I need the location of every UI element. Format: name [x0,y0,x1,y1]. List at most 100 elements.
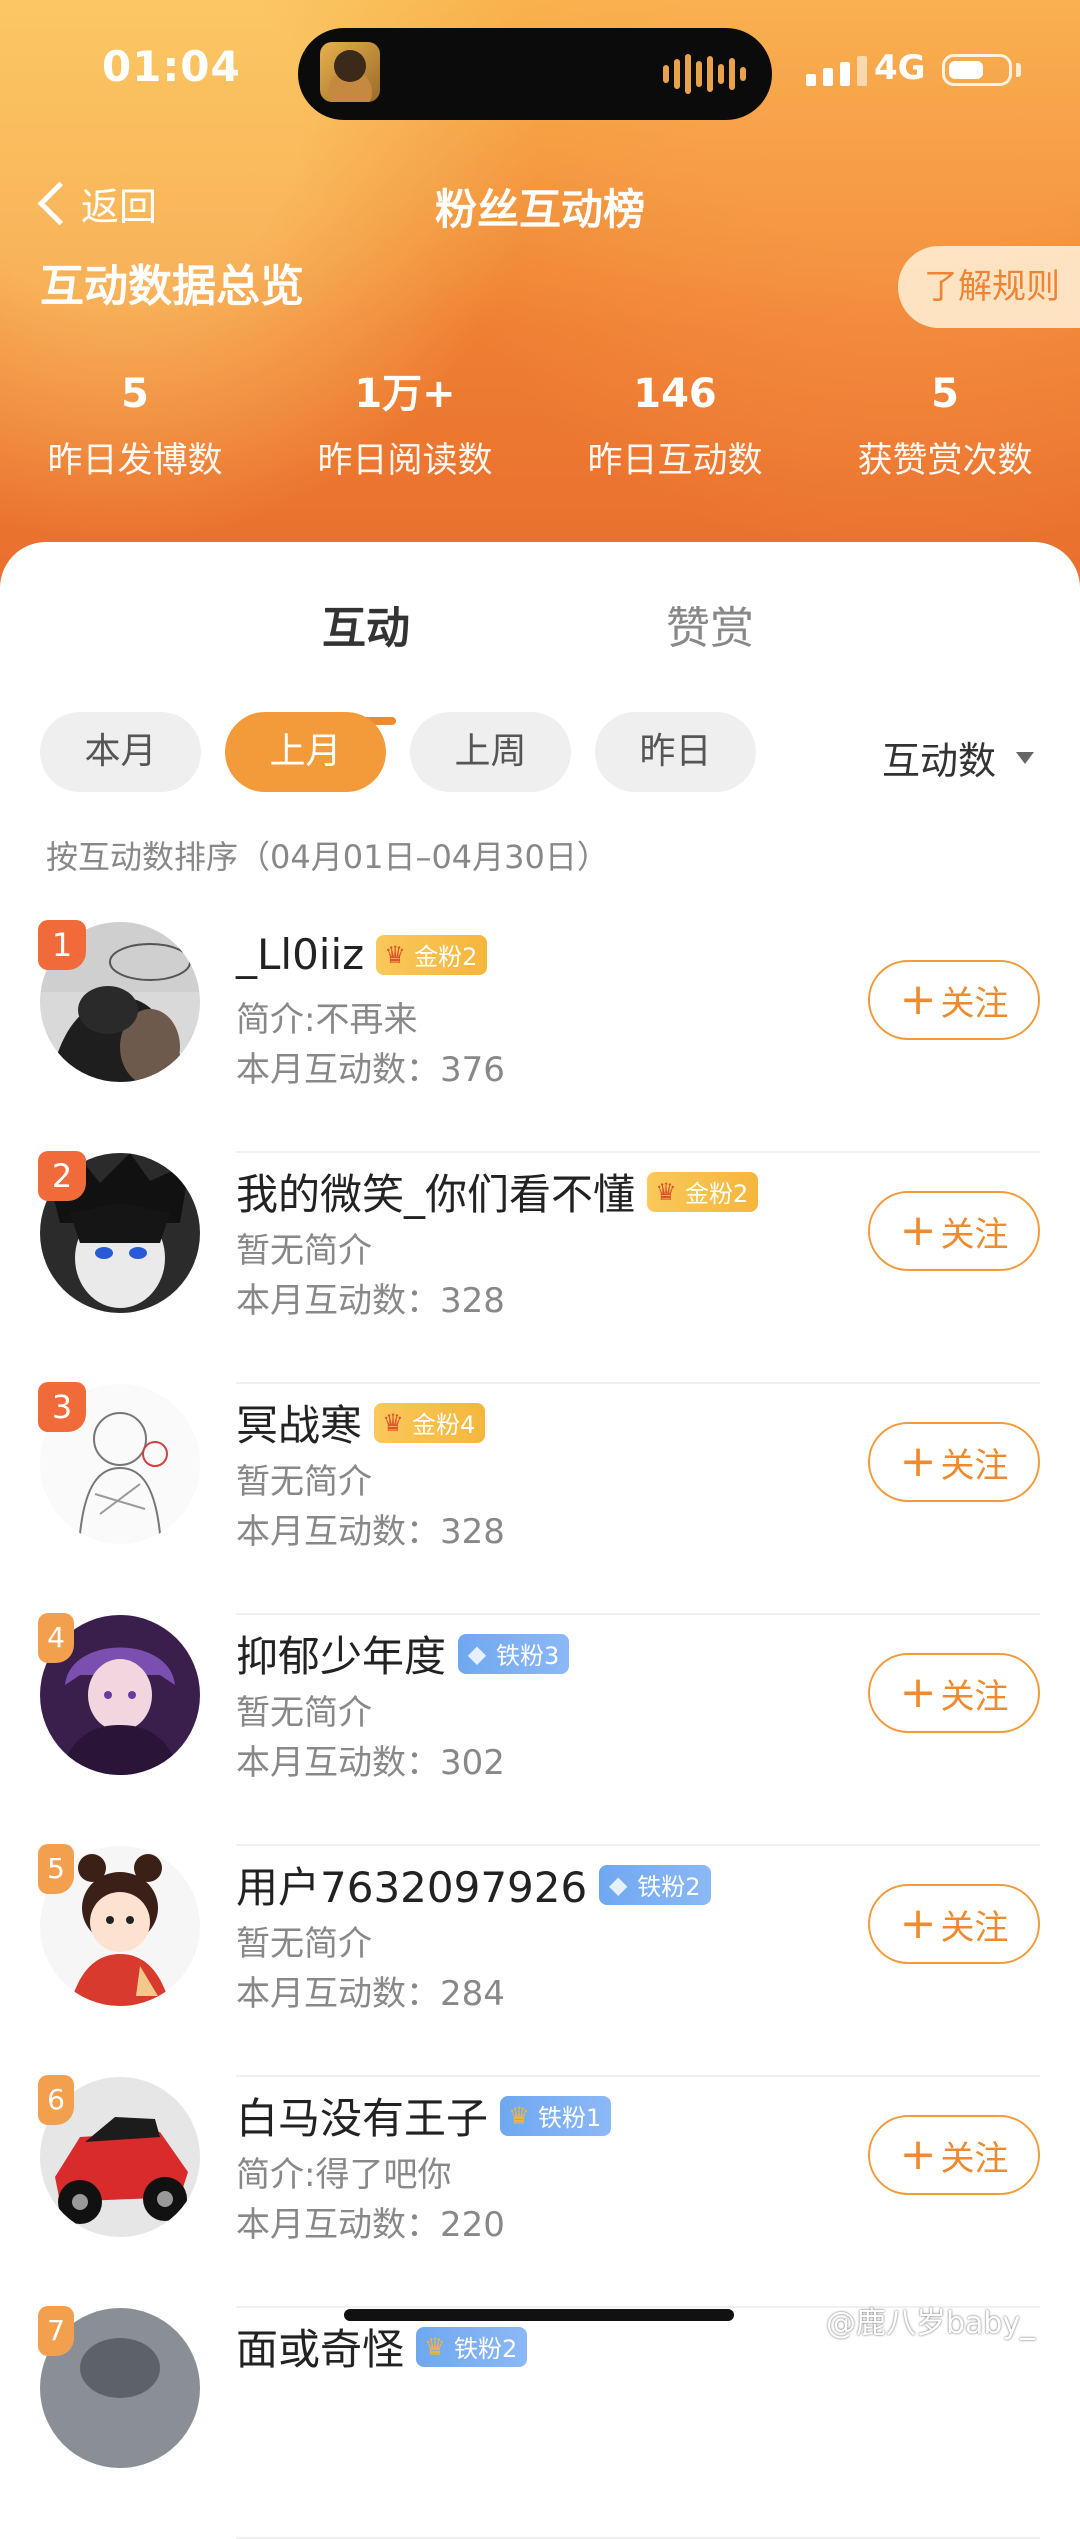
stat-value: 5 [931,371,959,417]
fan-badge-text: 铁粉3 [496,1642,560,1670]
period-filters: 本月 上月 上周 昨日 [40,712,756,792]
stat-label: 获赞赏次数 [857,441,1033,481]
overview-title: 互动数据总览 [40,261,304,312]
list-item[interactable]: 4 抑郁少年度 ◆ 铁粉3 暂无简介 本月互动数：302 + 关注 [0,1613,1080,1846]
battery-tip [1016,63,1021,77]
network-type: 4G [874,48,926,88]
plus-icon: + [899,1667,937,1718]
stat-label: 昨日发博数 [47,441,223,481]
name-line: 我的微笑_你们看不懂 ♛ 金粉2 [236,1161,759,1222]
fan-name[interactable]: 面或奇怪 [236,2316,404,2377]
signal-strength-icon [806,56,867,86]
battery-icon [942,54,1012,86]
follow-button[interactable]: + 关注 [868,2115,1040,2195]
fan-bio: 暂无简介 [236,1231,372,1271]
fan-interaction-count: 本月互动数：328 [236,1512,505,1552]
follow-label: 关注 [940,1214,1009,1255]
list-item[interactable]: 6 白马没有王子 ♛ 铁粉1 简介:得了吧你 本月互动数：220 + 关注 [0,2075,1080,2308]
fan-interaction-count: 本月互动数：328 [236,1281,505,1321]
fan-interaction-count: 本月互动数：284 [236,1974,505,2014]
follow-label: 关注 [940,983,1009,1024]
list-item[interactable]: 2 我的微笑_你们看不懂 ♛ 金粉2 暂无简介 本月互动数：328 + 关注 [0,1151,1080,1384]
sort-dropdown[interactable]: 互动数 [882,730,1035,785]
fan-interaction-count: 本月互动数：302 [236,1743,505,1783]
fan-bio: 暂无简介 [236,1693,372,1733]
fan-badge: ♛ 金粉4 [374,1402,486,1443]
stat-value: 5 [121,371,149,417]
name-line: 用户7632097926 ◆ 铁粉2 [236,1854,711,1915]
follow-button[interactable]: + 关注 [868,1191,1040,1271]
list-item[interactable]: 3 冥战寒 ♛ 金粉4 暂无简介 本月互动数：328 + 关注 [0,1382,1080,1615]
filter-last-week[interactable]: 上周 [410,712,571,792]
name-line: 面或奇怪 ♛ 铁粉2 [236,2316,528,2377]
fan-list: 1 _Ll0iiz ♛ 金粉2 简介:不再来 本月互动数：376 + 关注 2 … [0,920,1080,2539]
stat-value: 1万+ [354,371,456,417]
watermark: @鹿八岁baby_ [826,2306,1036,2341]
home-indicator[interactable] [344,2309,734,2321]
stat-yesterday-interactions: 146 昨日互动数 [540,368,810,483]
rank-badge: 2 [38,1151,86,1201]
fan-bio: 暂无简介 [236,1924,372,1964]
now-playing-artwork [320,42,380,102]
name-line: 抑郁少年度 ◆ 铁粉3 [236,1623,570,1684]
list-item[interactable]: 5 用户7632097926 ◆ 铁粉2 暂无简介 本月互动数：284 + 关注 [0,1844,1080,2077]
follow-label: 关注 [940,1907,1009,1948]
fan-name[interactable]: 我的微笑_你们看不懂 [236,1161,635,1222]
fan-name[interactable]: _Ll0iiz [236,930,364,979]
crown-icon: ♛ [382,1408,404,1437]
status-bar: 01:04 4G [0,0,1080,150]
ranking-card: 互动 赞赏 本月 上月 上周 昨日 互动数 按互动数排序（04月01日–04月3… [0,542,1080,2539]
fan-badge-text: 金粉2 [685,1180,749,1208]
back-button[interactable]: 返回 [34,176,157,231]
filter-this-month[interactable]: 本月 [40,712,201,792]
fan-badge: ◆ 铁粉2 [599,1864,711,1905]
rank-badge: 7 [38,2306,74,2356]
plus-icon: + [899,2129,937,2180]
diamond-icon: ◆ [608,1870,628,1899]
fan-name[interactable]: 白马没有王子 [236,2085,488,2146]
sort-note: 按互动数排序（04月01日–04月30日） [46,838,609,876]
fan-name[interactable]: 抑郁少年度 [236,1623,446,1684]
tab-interaction[interactable]: 互动 [322,592,410,656]
follow-label: 关注 [940,2138,1009,2179]
tab-bar: 互动 赞赏 [0,592,1080,725]
fan-badge: ♛ 金粉2 [376,934,488,975]
fan-interaction-count: 本月互动数：376 [236,1050,505,1090]
fan-bio: 暂无简介 [236,1462,372,1502]
tab-tips[interactable]: 赞赏 [666,592,754,656]
list-item[interactable]: 7 面或奇怪 ♛ 铁粉2 [0,2306,1080,2539]
rank-badge: 4 [38,1613,74,1663]
stat-yesterday-reads: 1万+ 昨日阅读数 [270,368,540,483]
plus-icon: + [899,1436,937,1487]
rules-button[interactable]: 了解规则 [898,246,1080,328]
stat-tips-received: 5 获赞赏次数 [810,368,1080,483]
rank-badge: 3 [38,1382,86,1432]
fan-name[interactable]: 冥战寒 [236,1392,362,1453]
chevron-left-icon [37,181,82,226]
fan-badge: ♛ 铁粉1 [500,2095,612,2136]
fan-badge-text: 金粉2 [414,943,478,971]
filter-last-month[interactable]: 上月 [225,712,386,792]
name-line: _Ll0iiz ♛ 金粉2 [236,930,488,979]
caret-down-icon [1016,751,1035,764]
follow-label: 关注 [940,1445,1009,1486]
fan-badge-text: 铁粉2 [637,1873,701,1901]
follow-button[interactable]: + 关注 [868,1653,1040,1733]
stat-value: 146 [633,371,717,417]
follow-label: 关注 [940,1676,1009,1717]
dynamic-island[interactable] [298,28,772,120]
fan-badge-text: 铁粉2 [454,2335,518,2363]
diamond-icon: ◆ [467,1639,487,1668]
plus-icon: + [899,1205,937,1256]
filter-yesterday[interactable]: 昨日 [595,712,756,792]
fan-name[interactable]: 用户7632097926 [236,1854,587,1915]
list-item[interactable]: 1 _Ll0iiz ♛ 金粉2 简介:不再来 本月互动数：376 + 关注 [0,920,1080,1153]
follow-button[interactable]: + 关注 [868,1422,1040,1502]
back-label: 返回 [81,185,158,229]
fan-interaction-count: 本月互动数：220 [236,2205,505,2245]
follow-button[interactable]: + 关注 [868,960,1040,1040]
follow-button[interactable]: + 关注 [868,1884,1040,1964]
name-line: 白马没有王子 ♛ 铁粉1 [236,2085,612,2146]
crown-icon: ♛ [424,2332,446,2361]
fan-badge: ♛ 金粉2 [647,1171,759,1212]
